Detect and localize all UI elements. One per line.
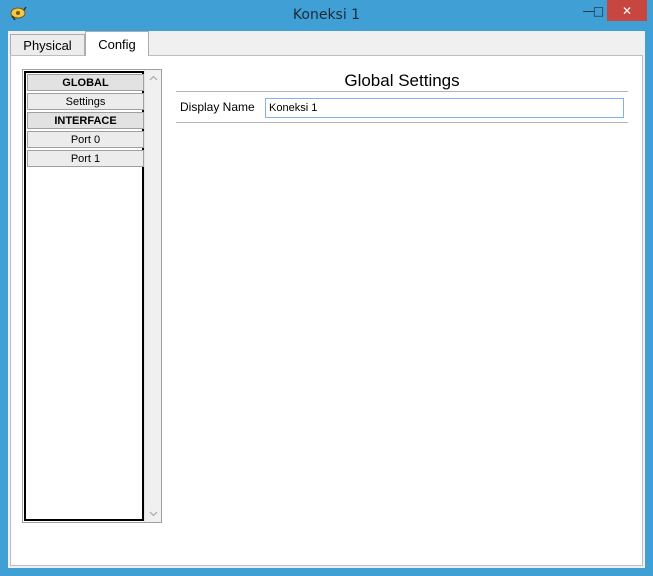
config-nav: GLOBAL Settings INTERFACE Port 0 Port 1 <box>22 69 162 523</box>
chevron-down-icon[interactable] <box>145 506 161 522</box>
nav-item-port-0[interactable]: Port 0 <box>27 131 144 148</box>
window-client-area: Physical Config GLOBAL Settings INTERFAC… <box>8 31 645 568</box>
nav-header-interface: INTERFACE <box>27 112 144 129</box>
tab-config[interactable]: Config <box>85 31 149 56</box>
close-button[interactable]: ✕ <box>607 0 647 21</box>
global-settings-section: Global Settings Display Name <box>176 69 628 129</box>
title-bar[interactable]: Koneksi 1 — □ ✕ <box>0 0 653 31</box>
nav-scrollbar[interactable] <box>144 70 161 522</box>
app-window: Koneksi 1 — □ ✕ Physical Config GLOBAL S… <box>0 0 653 576</box>
window-title: Koneksi 1 <box>292 7 361 23</box>
display-name-input[interactable] <box>265 98 624 118</box>
nav-header-global: GLOBAL <box>27 74 144 91</box>
tab-physical[interactable]: Physical <box>10 34 85 55</box>
divider <box>176 91 628 92</box>
display-name-label: Display Name <box>180 100 255 114</box>
tab-bar: Physical Config <box>8 31 645 56</box>
divider <box>176 122 628 123</box>
close-icon: ✕ <box>621 3 633 18</box>
nav-list: GLOBAL Settings INTERFACE Port 0 Port 1 <box>24 71 144 521</box>
chevron-up-icon[interactable] <box>145 70 161 86</box>
section-title: Global Settings <box>344 71 460 90</box>
maximize-icon: □ <box>592 3 605 18</box>
nav-item-settings[interactable]: Settings <box>27 93 144 110</box>
config-panel: GLOBAL Settings INTERFACE Port 0 Port 1 <box>10 55 643 566</box>
nav-item-port-1[interactable]: Port 1 <box>27 150 144 167</box>
